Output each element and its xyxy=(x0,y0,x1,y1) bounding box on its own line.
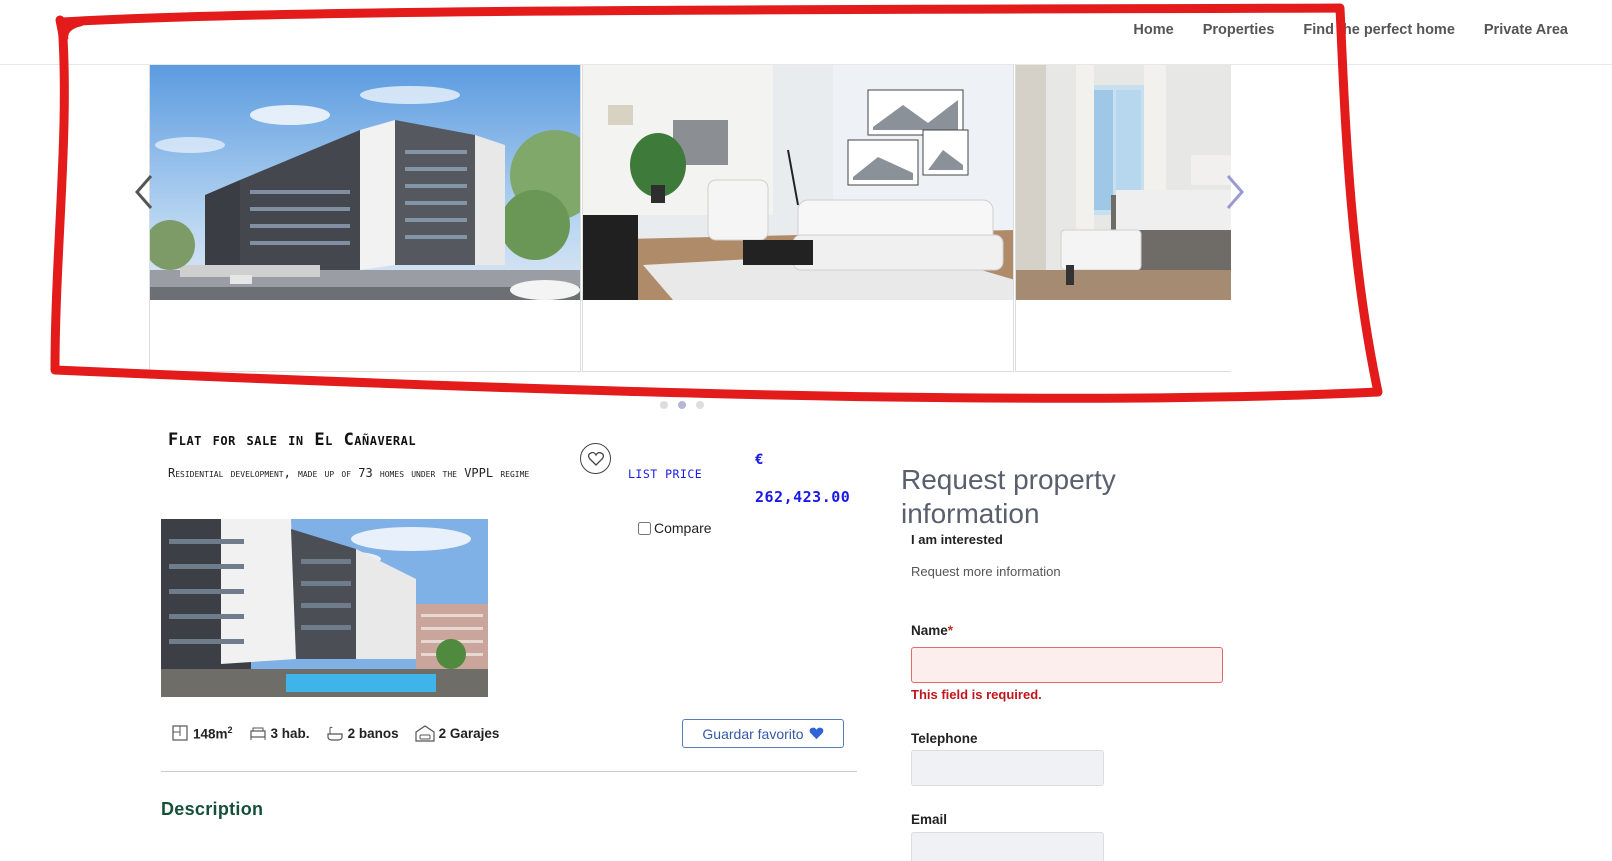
carousel-dot[interactable] xyxy=(660,401,668,409)
bed-icon xyxy=(249,727,266,740)
garage-car-icon xyxy=(414,725,435,742)
carousel-slide-bedroom[interactable] xyxy=(1015,65,1231,372)
feature-area: 148m2 xyxy=(171,724,233,742)
photo-carousel xyxy=(149,65,1231,372)
feature-baths: 2 banos xyxy=(326,724,399,742)
name-label: Name* xyxy=(911,623,954,638)
compare-option[interactable]: Compare xyxy=(638,520,712,536)
compare-checkbox[interactable] xyxy=(638,521,651,535)
more-info-text: Request more information xyxy=(911,564,1061,579)
listing-subtitle: Residential development, made up of 73 h… xyxy=(168,466,530,480)
feature-garages: 2 Garajes xyxy=(414,724,500,742)
name-input[interactable] xyxy=(911,647,1223,683)
telephone-label: Telephone xyxy=(911,731,978,746)
carousel-dot-active[interactable] xyxy=(678,401,686,409)
nav-home-link[interactable]: Home xyxy=(1133,22,1173,38)
main-menu: Home Properties Find the perfect home Pr… xyxy=(1104,22,1568,38)
feature-garages-value: 2 Garajes xyxy=(438,725,500,741)
description-heading: Description xyxy=(161,799,264,819)
request-info-heading: Request property information xyxy=(901,464,1116,529)
feature-baths-value: 2 banos xyxy=(347,725,399,741)
building-exterior-image xyxy=(150,65,580,300)
compare-label: Compare xyxy=(654,520,712,536)
carousel-next-arrow[interactable] xyxy=(1220,172,1248,212)
email-input[interactable] xyxy=(911,832,1104,861)
feature-area-value: 148m2 xyxy=(193,724,233,742)
feature-rooms-value: 3 hab. xyxy=(270,725,310,741)
required-asterisk: * xyxy=(947,623,954,638)
heart-outline-icon xyxy=(587,451,604,466)
interest-label: I am interested xyxy=(911,532,1003,547)
save-favorite-button[interactable]: Guardar favorito xyxy=(682,719,844,748)
bathtub-icon xyxy=(326,726,343,741)
nav-properties-link[interactable]: Properties xyxy=(1203,22,1275,38)
living-room-image xyxy=(583,65,1013,300)
carousel-dot[interactable] xyxy=(696,401,704,409)
nav-private-area-link[interactable]: Private Area xyxy=(1484,22,1568,38)
price-value: 262,423.00 xyxy=(755,488,851,506)
floor-plan-icon xyxy=(172,725,188,741)
top-navigation: Home Properties Find the perfect home Pr… xyxy=(0,0,1612,65)
nav-find-home-link[interactable]: Find the perfect home xyxy=(1303,22,1454,38)
listing-title: Flat for sale in El Cañaveral xyxy=(168,430,417,450)
carousel-prev-arrow[interactable] xyxy=(131,172,159,212)
section-divider xyxy=(161,771,857,772)
listing-main-photo[interactable] xyxy=(161,519,488,697)
chevron-left-icon xyxy=(135,175,153,209)
price-label: LIST PRICE xyxy=(628,467,703,481)
email-label: Email xyxy=(911,812,948,827)
favorite-toggle[interactable] xyxy=(580,443,611,474)
page: Home Properties Find the perfect home Pr… xyxy=(0,0,1612,861)
price-currency: € xyxy=(755,452,764,468)
telephone-input[interactable] xyxy=(911,750,1104,786)
name-error-message: This field is required. xyxy=(911,687,1042,702)
bedroom-image xyxy=(1016,65,1231,300)
heart-filled-icon xyxy=(809,727,823,740)
feature-rooms: 3 hab. xyxy=(249,724,310,742)
carousel-slide-living-room[interactable] xyxy=(582,65,1014,372)
carousel-dots xyxy=(660,401,704,409)
chevron-right-icon xyxy=(1226,175,1244,209)
save-favorite-label: Guardar favorito xyxy=(702,725,804,742)
feature-list: 148m2 3 hab. 2 banos 2 Garajes xyxy=(171,724,499,742)
carousel-slide-building[interactable] xyxy=(149,65,581,372)
